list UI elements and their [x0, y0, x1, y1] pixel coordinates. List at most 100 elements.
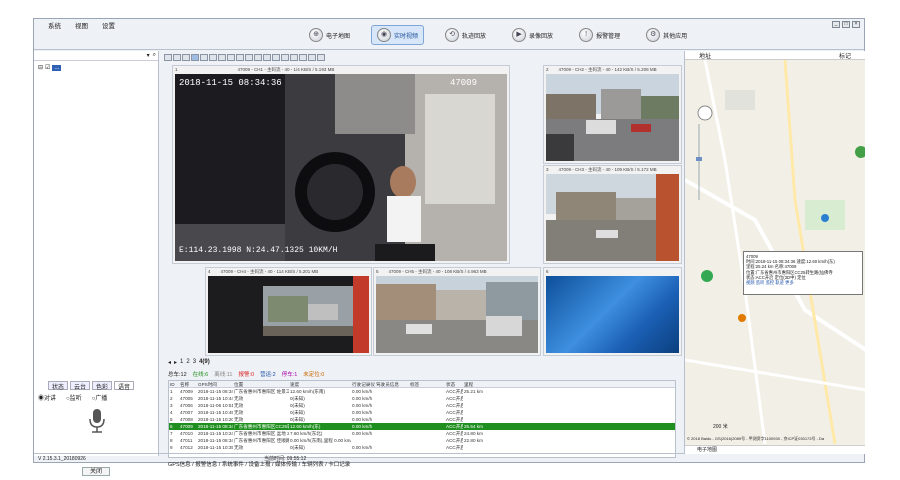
tab-status[interactable]: 状态	[48, 381, 69, 391]
tab-realtime-video[interactable]: ◉ 实时视频	[371, 25, 425, 45]
page-prev-icon[interactable]: ◂	[168, 359, 171, 366]
popup-actions[interactable]: 视频 监听 监控 轨迹 更多	[746, 280, 860, 285]
table-row[interactable]: 5 47008 2018-11-15 10:20:57无效 0(未知) 0.00 km/…	[169, 416, 675, 423]
layout-1-icon[interactable]	[164, 54, 172, 61]
page-next-icon[interactable]: ▸	[174, 359, 177, 366]
tab-voice[interactable]: 语音	[114, 381, 135, 391]
stat-offline[interactable]: 离线:11	[214, 370, 232, 378]
video-cell-2[interactable]: 2 47009 - CH2 - 主码流 - 40 - 142 KB/S / 5.…	[543, 65, 682, 164]
col-tag[interactable]: 标签	[409, 381, 445, 387]
tree-root-label[interactable]: ...	[52, 64, 62, 71]
table-row[interactable]: 7 47010 2018-11-15 10:24:55广东省惠州市惠阳区 盆地 24…	[169, 430, 675, 437]
layout-9-icon[interactable]	[200, 54, 208, 61]
video-cell-5[interactable]: 5 47009 - CH5 - 主码流 - 40 - 108 KB/S / 4.…	[373, 267, 541, 356]
volume-icon[interactable]	[272, 54, 280, 61]
app-window: 系统 视图 设置 _ □ × ⊕ 电子地图 ◉ 实时视频 ⟲ 轨迹回放 ▶ 录像回放 !…	[33, 18, 865, 476]
stat-total[interactable]: 总车:12	[168, 370, 187, 378]
stat-operating[interactable]: 营运:2	[260, 370, 276, 378]
layout-6-icon[interactable]	[182, 54, 190, 61]
col-gps-time[interactable]: GPS时间	[197, 381, 233, 387]
layout-8-icon[interactable]	[191, 54, 199, 61]
col-status[interactable]: 状态	[445, 381, 463, 387]
table-row[interactable]: 4 47007 2018-11-15 10:45:02无效 0(未知) 0.00 km/…	[169, 409, 675, 416]
maximize-button[interactable]: □	[842, 21, 850, 28]
layout-4-icon[interactable]	[173, 54, 181, 61]
apps-icon: ⚙	[646, 28, 661, 42]
fullscreen-icon[interactable]	[245, 54, 253, 61]
radio-broadcast[interactable]: ○广播	[92, 393, 108, 402]
page-tab-3[interactable]: 3	[193, 359, 196, 366]
tab-ptz[interactable]: 云台	[70, 381, 91, 391]
video-cell-3[interactable]: 3 47009 - CH3 - 主码流 - 40 - 109 KB/S / 5.…	[543, 165, 682, 264]
vehicle-info-popup[interactable]: 47009 时间:2018-11-15 08:34:36 速度:12.60 km…	[743, 251, 863, 295]
table-row[interactable]: 2 47005 2018-11-15 10:44:06无效 0(未知) 0.00 km/…	[169, 395, 675, 402]
table-row[interactable]: 1 47009 2018-11-15 08:34:36广东省惠州市惠阳区 佐景工业园…	[169, 388, 675, 395]
table-row[interactable]: 3 47006 2018-11-06 10:51:21无效 0(未知) 0.00 km/…	[169, 402, 675, 409]
col-location[interactable]: 位置	[233, 381, 289, 387]
settings-icon[interactable]	[308, 54, 316, 61]
table-row[interactable]: 8 47011 2018-11-15 08:34:29广东省惠州市惠阳区 佳顺路24…	[169, 437, 675, 444]
dropdown-icon[interactable]: ▾	[147, 52, 150, 59]
col-speed[interactable]: 速度	[289, 381, 351, 387]
search-icon[interactable]: ⌕	[153, 52, 156, 59]
col-mileage[interactable]: 里程	[463, 381, 505, 387]
page-tab-1[interactable]: 1	[180, 359, 183, 366]
stat-online[interactable]: 在线:6	[193, 370, 209, 378]
stat-unlocated[interactable]: 未定位:0	[303, 370, 324, 378]
stat-alarm[interactable]: 报警:0	[239, 370, 255, 378]
tab-record-playback[interactable]: ▶ 录像回放	[507, 26, 558, 44]
top-separator	[34, 49, 864, 50]
page-tab-4[interactable]: 4(9)	[199, 359, 210, 366]
vehicle-marker-icon[interactable]	[701, 270, 713, 282]
map-footer-tab[interactable]: 电子地图	[685, 447, 717, 453]
table-cell	[409, 430, 445, 437]
col-recorder-speed[interactable]: 行驶记录仪速度	[351, 381, 375, 387]
table-row[interactable]: 6 47009 2018-11-15 08:34:36广东省惠州市惠阳区CC25转生…	[169, 423, 675, 430]
stop-icon[interactable]	[299, 54, 307, 61]
table-cell: 5	[170, 417, 173, 422]
minimize-button[interactable]: _	[832, 21, 840, 28]
microphone-icon[interactable]	[86, 407, 108, 435]
col-name[interactable]: 名称	[179, 381, 197, 387]
tab-other-apps[interactable]: ⚙ 其他应用	[641, 26, 692, 44]
table-row[interactable]: 9 47012 2018-11-15 10:35:02无效 0(未知) 0.00 km/…	[169, 444, 675, 451]
stream-icon[interactable]	[281, 54, 289, 61]
layout-25-icon[interactable]	[236, 54, 244, 61]
table-cell: 2018-11-15 10:20:57	[198, 417, 233, 422]
tab-electronic-map[interactable]: ⊕ 电子地图	[304, 26, 355, 44]
map-pan-control[interactable]	[697, 105, 713, 121]
radio-intercom[interactable]: ◉对讲	[38, 393, 56, 402]
play-icon[interactable]	[290, 54, 298, 61]
stat-parked[interactable]: 停车:1	[282, 370, 298, 378]
tab-color[interactable]: 色彩	[92, 381, 113, 391]
tab-track-playback[interactable]: ⟲ 轨迹回放	[440, 26, 491, 44]
menu-settings[interactable]: 设置	[102, 20, 115, 30]
tree-root-node[interactable]: ⊟ ☑ ...	[38, 64, 154, 71]
video-cell-4[interactable]: 4 47009 - CH4 - 主码流 - 40 - 114 KB/S / 5.…	[205, 267, 372, 356]
expand-icon[interactable]: ⊟	[38, 64, 43, 71]
video-cell-6[interactable]: 6	[543, 267, 682, 356]
layout-13-icon[interactable]	[218, 54, 226, 61]
record-icon[interactable]	[263, 54, 271, 61]
close-voice-button[interactable]: 关闭	[82, 467, 110, 476]
map-marker-label[interactable]: 标记	[839, 51, 851, 60]
vehicle-stats: 总车:12 在线:6 离线:11 报警:0 营运:2 停车:1 未定位:0	[168, 370, 324, 378]
page-tab-2[interactable]: 2	[186, 359, 189, 366]
zoom-slider-handle[interactable]	[696, 157, 702, 161]
layout-16-icon[interactable]	[227, 54, 235, 61]
layout-10-icon[interactable]	[209, 54, 217, 61]
col-id[interactable]: ID	[169, 381, 179, 387]
more-icon[interactable]	[317, 54, 325, 61]
menu-system[interactable]: 系统	[48, 20, 61, 30]
close-window-button[interactable]: ×	[852, 21, 860, 28]
snapshot-icon[interactable]	[254, 54, 262, 61]
col-driver[interactable]: 驾驶员信息	[375, 381, 409, 387]
video-cell-1[interactable]: 1 47009 - CH1 - 主码流 - 40 - 1/4 KB/S / 5.…	[172, 65, 510, 264]
radio-listen[interactable]: ○监听	[66, 393, 82, 402]
menu-view[interactable]: 视图	[75, 20, 88, 30]
checkbox-icon[interactable]: ☑	[45, 64, 50, 71]
map-address-label[interactable]: 地址	[699, 51, 711, 60]
tab-alarm-management[interactable]: ! 报警管理	[574, 26, 625, 44]
map-panel[interactable]: 地址 标记 47009 时间:2018-11-15 08:34:36 速度:12…	[684, 51, 865, 454]
table-cell: 无效	[234, 396, 244, 401]
